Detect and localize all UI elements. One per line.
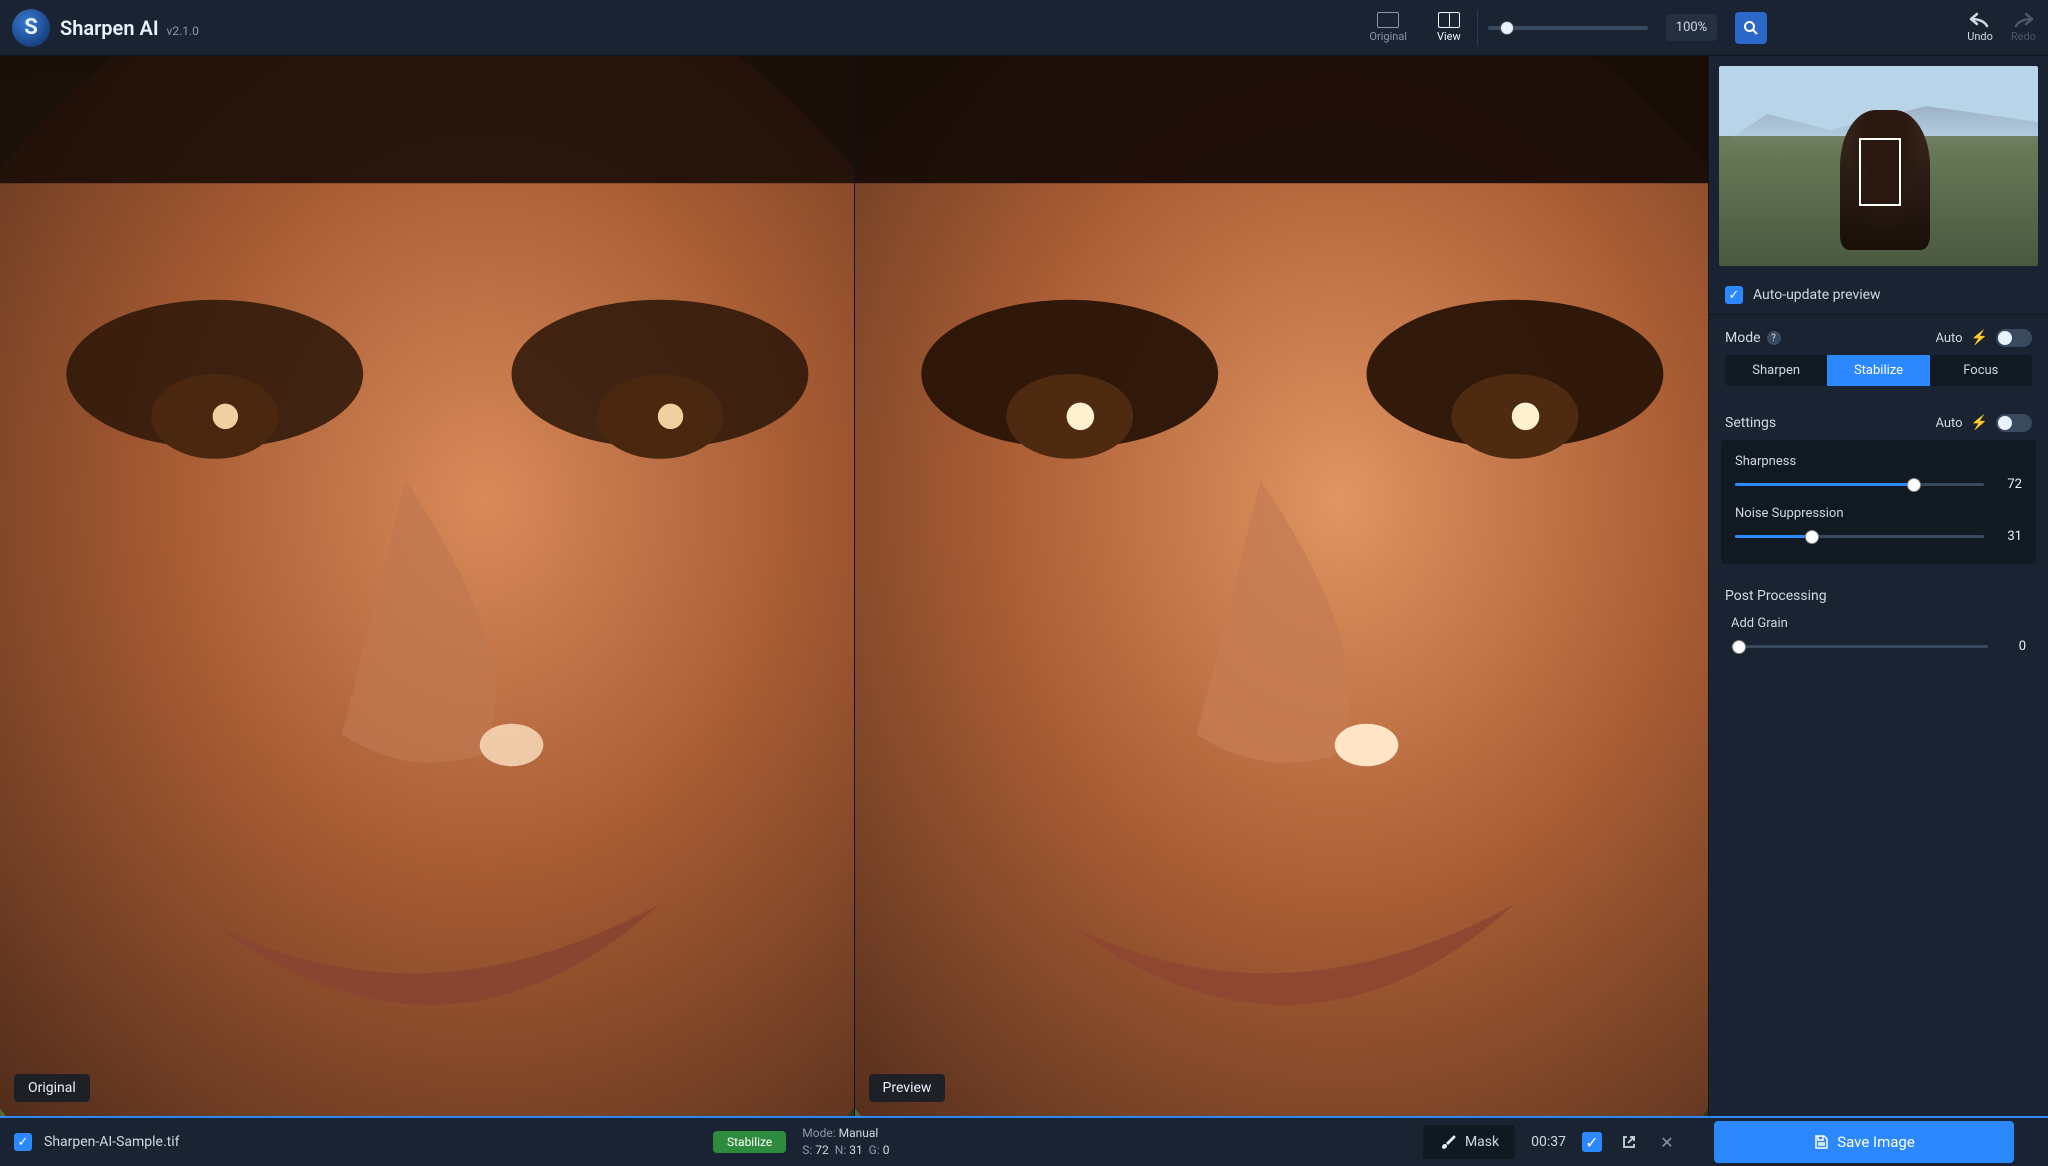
undo-redo-group: Undo Redo (1967, 12, 2036, 43)
file-select: ✓ Sharpen-AI-Sample.tif (14, 1133, 180, 1151)
save-icon (1813, 1134, 1829, 1150)
original-view-button[interactable]: Original (1363, 8, 1413, 47)
settings-sliders: Sharpness 72 Noise Suppression 31 (1721, 440, 2036, 564)
single-view-icon (1377, 12, 1399, 28)
zoom-percentage[interactable]: 100% (1666, 14, 1717, 41)
grain-value: 0 (2000, 639, 2026, 654)
settings-panel: ✓ Auto-update preview Mode ? Auto ⚡ Shar… (1708, 56, 2048, 1116)
original-view-label: Original (1369, 30, 1407, 43)
grain-knob[interactable] (1732, 640, 1746, 654)
auto-update-label: Auto-update preview (1753, 287, 1881, 303)
save-image-button[interactable]: Save Image (1714, 1121, 2014, 1163)
save-label: Save Image (1837, 1133, 1915, 1151)
sharpness-knob[interactable] (1907, 478, 1921, 492)
help-icon[interactable]: ? (1767, 331, 1781, 345)
mode-focus[interactable]: Focus (1930, 355, 2032, 386)
confirm-button[interactable]: ✓ (1582, 1132, 1602, 1152)
zoom-slider[interactable] (1488, 26, 1648, 30)
grain-label: Add Grain (1731, 616, 2026, 631)
sharpness-label: Sharpness (1735, 454, 2022, 469)
redo-icon (2012, 12, 2034, 28)
noise-label: Noise Suppression (1735, 506, 2022, 521)
original-pane[interactable]: Original (0, 56, 854, 1116)
timer: 00:37 (1531, 1134, 1566, 1150)
mask-label: Mask (1465, 1134, 1499, 1150)
mode-label: Mode (1725, 330, 1761, 346)
grain-slider[interactable] (1731, 645, 1988, 648)
mode-info: Mode: Manual S: 72 N: 31 G: 0 (802, 1125, 889, 1159)
noise-slider[interactable] (1735, 535, 1984, 538)
split-view-label: View (1437, 30, 1461, 43)
mode-sharpen[interactable]: Sharpen (1725, 355, 1827, 386)
close-button[interactable]: ✕ (1656, 1131, 1678, 1153)
navigator-viewport[interactable] (1859, 138, 1900, 206)
split-view-icon (1438, 12, 1460, 28)
app-title: Sharpen AI (60, 16, 159, 40)
divider (1477, 10, 1478, 46)
zoom-fit-button[interactable] (1735, 12, 1767, 44)
app-logo-title: S Sharpen AI v2.1.0 (12, 9, 199, 47)
noise-knob[interactable] (1805, 530, 1819, 544)
mode-header: Mode ? Auto ⚡ (1709, 315, 2048, 355)
magnifier-icon (1743, 20, 1759, 36)
mask-button[interactable]: Mask (1423, 1125, 1515, 1159)
zoom-slider-knob[interactable] (1500, 21, 1514, 35)
canvas-area: Original Preview (0, 56, 1708, 1116)
settings-auto-label: Auto (1935, 416, 1962, 431)
original-image (0, 56, 854, 1116)
external-link-icon (1621, 1134, 1637, 1150)
zoom-controls: 100% (1488, 12, 1767, 44)
mode-auto-label: Auto (1935, 331, 1962, 346)
view-mode-group: Original View (1363, 8, 1466, 47)
app-logo-icon: S (12, 9, 50, 47)
auto-update-row: ✓ Auto-update preview (1709, 276, 2048, 315)
mode-auto-toggle[interactable] (1996, 329, 2032, 347)
top-bar: S Sharpen AI v2.1.0 Original View 100% U… (0, 0, 2048, 56)
file-checkbox[interactable]: ✓ (14, 1133, 32, 1151)
brush-icon (1439, 1133, 1457, 1151)
settings-header: Settings Auto ⚡ (1709, 400, 2048, 440)
bolt-icon: ⚡ (1971, 415, 1988, 431)
mode-segment: Sharpen Stabilize Focus (1725, 355, 2032, 386)
original-label: Original (14, 1074, 90, 1102)
bolt-icon: ⚡ (1971, 330, 1988, 346)
navigator-thumbnail[interactable] (1719, 66, 2038, 266)
undo-button[interactable]: Undo (1967, 12, 1993, 43)
navigator (1709, 56, 2048, 276)
main-area: Original Preview (0, 56, 2048, 1116)
redo-button[interactable]: Redo (2011, 12, 2036, 43)
mode-stabilize[interactable]: Stabilize (1827, 355, 1929, 386)
settings-auto-toggle[interactable] (1996, 414, 2032, 432)
preview-pane[interactable]: Preview (854, 56, 1709, 1116)
file-name[interactable]: Sharpen-AI-Sample.tif (44, 1134, 180, 1150)
app-version: v2.1.0 (167, 24, 199, 38)
mode-badge: Stabilize (713, 1131, 786, 1153)
sharpness-slider[interactable] (1735, 483, 1984, 486)
auto-update-checkbox[interactable]: ✓ (1725, 286, 1743, 304)
bottom-bar: ✓ Sharpen-AI-Sample.tif Stabilize Mode: … (0, 1116, 2048, 1166)
preview-image (855, 56, 1709, 1116)
settings-label: Settings (1725, 415, 1776, 431)
sharpness-value: 72 (1996, 477, 2022, 492)
split-view-button[interactable]: View (1431, 8, 1467, 47)
post-processing-label: Post Processing (1709, 580, 2048, 616)
noise-value: 31 (1996, 529, 2022, 544)
undo-icon (1969, 12, 1991, 28)
redo-label: Redo (2011, 30, 2036, 43)
preview-label: Preview (869, 1074, 946, 1102)
open-external-button[interactable] (1618, 1131, 1640, 1153)
undo-label: Undo (1967, 30, 1993, 43)
